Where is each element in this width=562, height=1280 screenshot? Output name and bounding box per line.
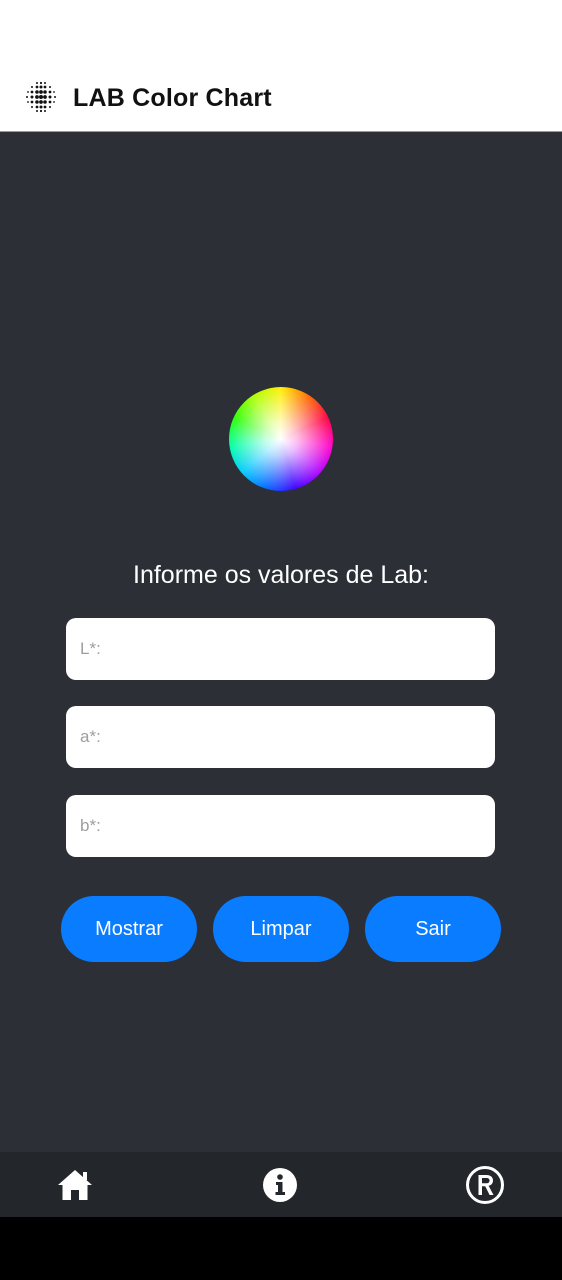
system-navigation-bar bbox=[0, 1217, 562, 1280]
app-title: LAB Color Chart bbox=[73, 84, 272, 112]
nav-home[interactable] bbox=[35, 1152, 115, 1217]
dotted-sphere-icon bbox=[26, 81, 56, 113]
l-star-input[interactable] bbox=[66, 618, 495, 680]
a-star-input[interactable] bbox=[66, 706, 495, 768]
nav-registered[interactable] bbox=[445, 1152, 525, 1217]
nav-info[interactable] bbox=[240, 1152, 320, 1217]
bottom-navigation bbox=[0, 1152, 562, 1217]
exit-button[interactable]: Sair bbox=[365, 896, 501, 962]
color-wheel-icon bbox=[229, 387, 333, 491]
show-button[interactable]: Mostrar bbox=[61, 896, 197, 962]
input-prompt: Informe os valores de Lab: bbox=[133, 561, 429, 589]
registered-icon bbox=[466, 1165, 504, 1204]
info-icon bbox=[263, 1167, 297, 1202]
b-star-input[interactable] bbox=[66, 795, 495, 857]
clear-button[interactable]: Limpar bbox=[213, 896, 349, 962]
app-screen: LAB Color Chart Informe os valores de La… bbox=[0, 0, 562, 1280]
app-header: LAB Color Chart bbox=[0, 0, 562, 132]
home-icon bbox=[58, 1169, 92, 1200]
